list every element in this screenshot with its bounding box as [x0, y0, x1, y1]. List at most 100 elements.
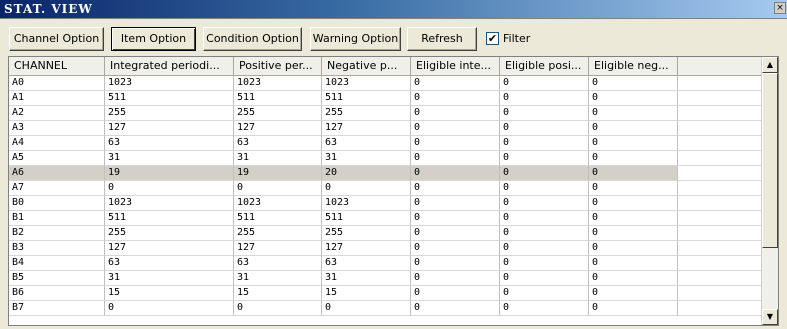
filter-label: Filter — [503, 32, 531, 45]
value-cell: 0 — [411, 196, 500, 211]
value-cell: 0 — [411, 256, 500, 271]
grid-header: CHANNEL Integrated periodi... Positive per… — [9, 57, 769, 76]
value-cell: 1023 — [234, 196, 322, 211]
table-row[interactable]: A3 127 127 127 0 0 0 — [9, 121, 769, 136]
value-cell — [678, 256, 769, 271]
item-option-button[interactable]: Item Option — [111, 27, 196, 51]
value-cell: 255 — [322, 106, 411, 121]
value-cell: 0 — [500, 256, 589, 271]
scroll-up-icon[interactable]: ▲ — [762, 57, 778, 73]
channel-cell: A4 — [9, 136, 105, 151]
value-cell — [678, 151, 769, 166]
value-cell: 0 — [500, 196, 589, 211]
value-cell: 0 — [589, 256, 678, 271]
value-cell: 127 — [105, 121, 234, 136]
channel-cell: B0 — [9, 196, 105, 211]
value-cell: 15 — [234, 286, 322, 301]
value-cell: 0 — [411, 136, 500, 151]
close-icon[interactable]: × — [774, 2, 786, 14]
value-cell: 0 — [411, 181, 500, 196]
value-cell: 0 — [500, 301, 589, 316]
value-cell: 0 — [234, 181, 322, 196]
value-cell: 0 — [500, 121, 589, 136]
column-header[interactable]: Eligible posi... — [500, 57, 589, 76]
value-cell: 0 — [589, 271, 678, 286]
column-header[interactable] — [678, 57, 769, 76]
window-title: STAT. VIEW — [4, 2, 93, 16]
channel-option-button[interactable]: Channel Option — [9, 27, 104, 51]
column-header[interactable]: Integrated periodi... — [105, 57, 234, 76]
value-cell: 1023 — [322, 76, 411, 91]
checkbox-check-icon[interactable]: ✔ — [486, 32, 499, 45]
value-cell: 0 — [411, 76, 500, 91]
vertical-scrollbar[interactable]: ▲ ▼ — [761, 57, 778, 325]
channel-cell: A2 — [9, 106, 105, 121]
table-row[interactable]: A1 511 511 511 0 0 0 — [9, 91, 769, 106]
value-cell — [678, 136, 769, 151]
value-cell: 0 — [411, 301, 500, 316]
value-cell: 19 — [234, 166, 322, 181]
channel-cell: A1 — [9, 91, 105, 106]
value-cell — [678, 211, 769, 226]
value-cell: 0 — [589, 181, 678, 196]
table-row[interactable]: B7 0 0 0 0 0 0 — [9, 301, 769, 316]
condition-option-button[interactable]: Condition Option — [203, 27, 302, 51]
table-row[interactable]: A7 0 0 0 0 0 0 — [9, 181, 769, 196]
value-cell: 0 — [411, 241, 500, 256]
refresh-button[interactable]: Refresh — [407, 27, 477, 51]
table-row[interactable]: A6 19 19 20 0 0 0 — [9, 166, 769, 181]
value-cell: 0 — [411, 121, 500, 136]
table-row[interactable]: B6 15 15 15 0 0 0 — [9, 286, 769, 301]
table-row[interactable]: A5 31 31 31 0 0 0 — [9, 151, 769, 166]
value-cell — [678, 241, 769, 256]
value-cell: 0 — [500, 241, 589, 256]
table-row[interactable]: B0 1023 1023 1023 0 0 0 — [9, 196, 769, 211]
value-cell: 0 — [589, 106, 678, 121]
column-header[interactable]: Negative p... — [322, 57, 411, 76]
channel-cell: B1 — [9, 211, 105, 226]
channel-cell: B6 — [9, 286, 105, 301]
value-cell: 0 — [589, 211, 678, 226]
table-row[interactable]: B5 31 31 31 0 0 0 — [9, 271, 769, 286]
value-cell: 0 — [500, 181, 589, 196]
table-row[interactable]: A0 1023 1023 1023 0 0 0 — [9, 76, 769, 91]
value-cell: 255 — [234, 106, 322, 121]
table-row[interactable]: B2 255 255 255 0 0 0 — [9, 226, 769, 241]
column-header[interactable]: Positive per... — [234, 57, 322, 76]
channel-cell: A7 — [9, 181, 105, 196]
value-cell: 511 — [322, 211, 411, 226]
column-header[interactable]: CHANNEL — [9, 57, 105, 76]
value-cell: 0 — [589, 76, 678, 91]
value-cell: 0 — [105, 301, 234, 316]
scroll-thumb[interactable] — [762, 73, 778, 248]
value-cell: 0 — [411, 271, 500, 286]
table-row[interactable]: B4 63 63 63 0 0 0 — [9, 256, 769, 271]
value-cell: 1023 — [322, 196, 411, 211]
column-header[interactable]: Eligible inte... — [411, 57, 500, 76]
value-cell — [678, 286, 769, 301]
table-row[interactable]: A4 63 63 63 0 0 0 — [9, 136, 769, 151]
table-row[interactable]: B3 127 127 127 0 0 0 — [9, 241, 769, 256]
value-cell: 511 — [234, 91, 322, 106]
value-cell: 31 — [322, 151, 411, 166]
value-cell — [678, 226, 769, 241]
value-cell: 31 — [105, 271, 234, 286]
value-cell: 0 — [500, 211, 589, 226]
toolbar: Channel Option Item Option Condition Opt… — [0, 18, 787, 56]
value-cell: 511 — [234, 211, 322, 226]
value-cell: 0 — [500, 136, 589, 151]
channel-cell: A5 — [9, 151, 105, 166]
value-cell: 0 — [500, 226, 589, 241]
value-cell: 0 — [500, 106, 589, 121]
value-cell: 63 — [105, 256, 234, 271]
value-cell — [678, 271, 769, 286]
value-cell: 0 — [411, 151, 500, 166]
table-row[interactable]: A2 255 255 255 0 0 0 — [9, 106, 769, 121]
value-cell: 1023 — [105, 76, 234, 91]
warning-option-button[interactable]: Warning Option — [310, 27, 401, 51]
scroll-down-icon[interactable]: ▼ — [762, 309, 778, 325]
column-header[interactable]: Eligible neg... — [589, 57, 678, 76]
value-cell: 0 — [322, 301, 411, 316]
table-row[interactable]: B1 511 511 511 0 0 0 — [9, 211, 769, 226]
value-cell: 255 — [322, 226, 411, 241]
